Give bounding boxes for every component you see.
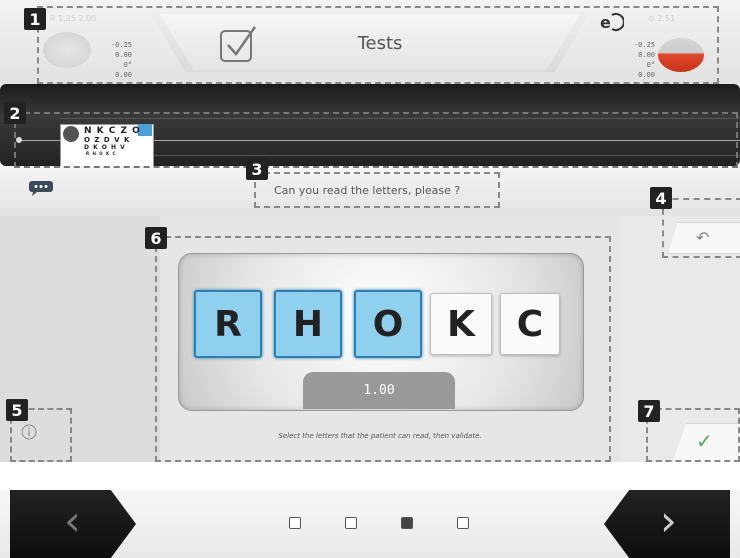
annotation-callout-4: 4 [650, 187, 672, 209]
annotation-box-3 [254, 172, 500, 208]
annotation-callout-7: 7 [638, 400, 660, 422]
annotation-box-6 [155, 236, 611, 462]
chevron-left-icon: ‹ [64, 496, 81, 545]
page-indicator-active[interactable] [401, 517, 413, 529]
annotation-callout-2: 2 [4, 102, 26, 124]
annotation-box-2 [14, 112, 738, 168]
annotation-callout-1: 1 [24, 8, 46, 30]
annotation-callout-6: 6 [145, 227, 167, 249]
page-indicator[interactable] [345, 517, 357, 529]
annotation-box-7 [646, 408, 740, 462]
chat-bubble-icon[interactable] [28, 180, 54, 196]
annotation-box-1 [37, 6, 719, 84]
page-indicator[interactable] [457, 517, 469, 529]
page-indicator[interactable] [289, 517, 301, 529]
annotation-box-4 [662, 198, 740, 258]
annotation-callout-5: 5 [6, 399, 28, 421]
annotation-callout-3: 3 [246, 158, 268, 180]
chevron-right-icon: › [660, 496, 677, 545]
